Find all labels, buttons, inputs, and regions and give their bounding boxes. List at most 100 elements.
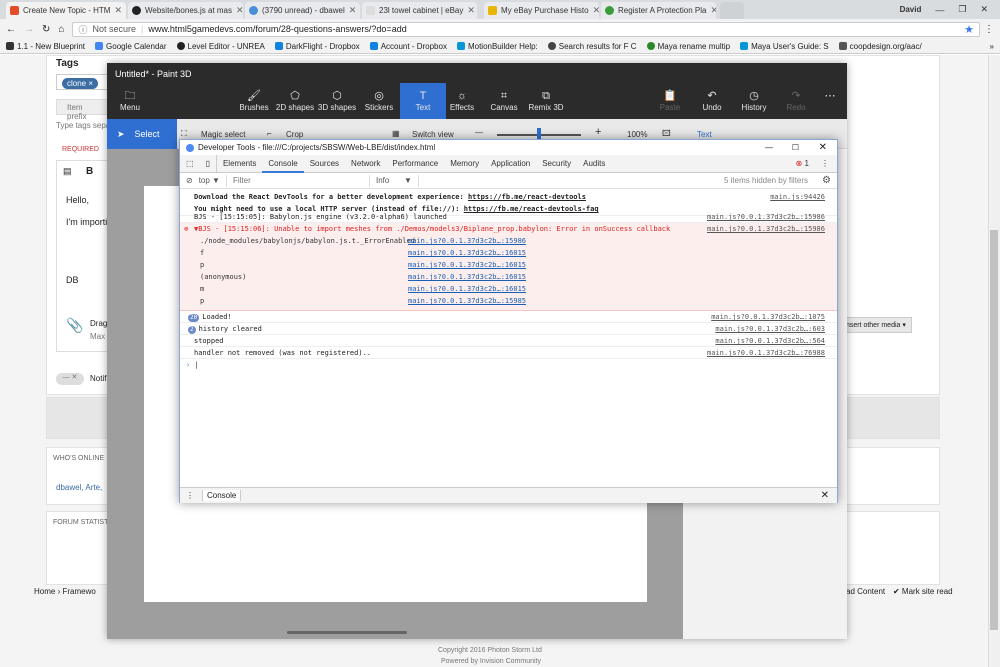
page-scrollbar-thumb[interactable] xyxy=(990,230,998,630)
item-prefix-select[interactable]: Item prefix xyxy=(56,99,108,121)
2d-shapes-button[interactable]: ⬠ 2D shapes xyxy=(272,89,318,112)
profile-name[interactable]: David xyxy=(900,5,922,14)
inspect-element-icon[interactable]: ⬚ xyxy=(180,155,200,173)
tab-register-protection[interactable]: Register A Protection Pla ✕ xyxy=(601,2,716,19)
bookmark-item[interactable]: Search results for F C xyxy=(547,42,637,51)
mark-site-read-link[interactable]: ✔ Mark site read xyxy=(893,587,953,596)
new-tab-button[interactable] xyxy=(720,2,744,19)
stack-source-link[interactable]: main.js?0.0.1.37d3c2b…:16015 xyxy=(408,271,526,283)
magic-select-button[interactable]: Magic select xyxy=(201,130,245,139)
drawer-menu-icon[interactable]: ⋮ xyxy=(186,491,194,500)
close-tab-icon[interactable]: ✕ xyxy=(349,5,357,16)
source-link[interactable]: main.js?0.0.1.37d3c2b…:564 xyxy=(715,335,825,347)
minimize-icon[interactable]: — xyxy=(935,5,944,15)
tab-audits[interactable]: Audits xyxy=(577,155,611,173)
paste-button[interactable]: 📋 Paste xyxy=(647,89,693,112)
select-button[interactable]: ➤ Select xyxy=(107,119,177,149)
devtools-maximize-icon[interactable]: ☐ xyxy=(792,143,799,152)
tab-ebay-purchase-history[interactable]: My eBay Purchase Histo ✕ xyxy=(484,2,599,19)
stack-source-link[interactable]: main.js?0.0.1.37d3c2b…:16015 xyxy=(408,283,526,295)
3d-shapes-button[interactable]: ⬡ 3D shapes xyxy=(314,89,360,112)
level-select[interactable]: Info ▼ xyxy=(368,174,419,187)
magic-select-icon[interactable]: ⛶ xyxy=(181,129,187,139)
info-icon[interactable]: ⓘ xyxy=(78,23,87,36)
source-link[interactable]: main.js?0.0.1.37d3c2b…:1075 xyxy=(711,311,825,323)
notify-toggle[interactable]: — ✕ xyxy=(56,373,84,385)
close-window-icon[interactable]: ✕ xyxy=(980,4,988,15)
effects-button[interactable]: ☼ Effects xyxy=(439,89,485,112)
breadcrumb[interactable]: Home › Framewo xyxy=(34,587,96,596)
tag-chip[interactable]: clone × xyxy=(62,78,99,89)
error-message[interactable]: ▼BJS - [15:15:06]: Unable to import mesh… xyxy=(194,225,670,233)
tab-create-new-topic[interactable]: Create New Topic - HTM ✕ xyxy=(6,2,126,19)
close-drawer-icon[interactable]: ✕ xyxy=(821,490,829,501)
restore-icon[interactable]: ❐ xyxy=(958,4,966,15)
tab-elements[interactable]: Elements xyxy=(217,155,262,173)
source-link[interactable]: main.js?0.0.1.37d3c2b…:15986 xyxy=(707,211,825,223)
drawer-tab-console[interactable]: Console xyxy=(202,490,242,501)
devtools-minimize-icon[interactable]: — xyxy=(765,143,773,152)
undo-button[interactable]: ↶ Undo xyxy=(689,89,735,112)
stack-source-link[interactable]: main.js?0.0.1.37d3c2b…:15985 xyxy=(408,295,526,307)
paint3d-scrollbar[interactable] xyxy=(287,631,407,634)
bookmark-item[interactable]: Maya rename multip xyxy=(646,42,730,51)
tab-memory[interactable]: Memory xyxy=(444,155,485,173)
tab-application[interactable]: Application xyxy=(485,155,536,173)
context-select[interactable]: top ▼ xyxy=(199,174,227,187)
stickers-button[interactable]: ◎ Stickers xyxy=(356,89,402,112)
brushes-button[interactable]: 🖌 Brushes xyxy=(231,89,277,112)
tab-console[interactable]: Console xyxy=(262,155,304,173)
forward-icon[interactable]: → xyxy=(24,24,34,35)
bookmark-item[interactable]: coopdesign.org/aac/ xyxy=(838,42,922,51)
editor-source-icon[interactable]: ▤ xyxy=(63,166,72,177)
close-tab-icon[interactable]: ✕ xyxy=(711,5,717,16)
filter-input[interactable] xyxy=(232,176,363,185)
clear-console-icon[interactable]: ⊘ xyxy=(186,176,193,185)
url-text[interactable]: www.html5gamedevs.com/forum/28-questions… xyxy=(148,24,406,34)
close-tab-icon[interactable]: ✕ xyxy=(593,5,599,16)
crop-button[interactable]: Crop xyxy=(286,130,303,139)
devtools-close-icon[interactable]: ✕ xyxy=(819,142,827,153)
bookmark-star-icon[interactable]: ★ xyxy=(964,23,974,36)
tab-sources[interactable]: Sources xyxy=(304,155,345,173)
source-link[interactable]: main.js?0.0.1.37d3c2b…:76988 xyxy=(707,347,825,359)
bookmark-item[interactable]: 1.1 - New Blueprint xyxy=(6,42,85,51)
home-icon[interactable]: ⌂ xyxy=(58,24,64,35)
react-devtools-link[interactable]: https://fb.me/react-devtools xyxy=(468,193,586,201)
text-tag-button[interactable]: Text xyxy=(697,130,712,139)
tab-website-bones[interactable]: Website/bones.js at mas ✕ xyxy=(128,2,243,19)
console-settings-icon[interactable]: ⚙ xyxy=(822,175,831,186)
editor-bold-button[interactable]: B xyxy=(86,166,93,177)
switch-view-icon[interactable]: ▦ xyxy=(392,129,400,138)
bookmark-item[interactable]: MotionBuilder Help: xyxy=(456,42,538,51)
bookmark-item[interactable]: DarkFlight - Dropbox xyxy=(274,42,360,51)
bookmark-item[interactable]: Maya User's Guide: S xyxy=(740,42,829,51)
console-prompt[interactable]: › | xyxy=(180,359,837,373)
close-tab-icon[interactable]: ✕ xyxy=(236,5,243,16)
tab-security[interactable]: Security xyxy=(536,155,577,173)
device-toggle-icon[interactable]: ▯ xyxy=(200,154,217,173)
close-tab-icon[interactable]: ✕ xyxy=(467,5,475,16)
insert-media-button[interactable]: Insert other media ▾ xyxy=(838,317,912,333)
stack-source-link[interactable]: main.js?0.0.1.37d3c2b…:16015 xyxy=(408,259,526,271)
tab-unread-mail[interactable]: (3790 unread) - dbawel ✕ xyxy=(245,2,360,19)
canvas-button[interactable]: ⌗ Canvas xyxy=(481,89,527,112)
address-bar[interactable]: ⓘ Not secure | www.html5gamedevs.com/for… xyxy=(72,21,980,37)
tab-performance[interactable]: Performance xyxy=(386,155,444,173)
error-count-badge[interactable]: ⊗ 1 xyxy=(796,159,809,168)
bookmark-item[interactable]: Google Calendar xyxy=(95,42,167,51)
chrome-menu-icon[interactable]: ⋮ xyxy=(984,24,994,35)
history-button[interactable]: ◷ History xyxy=(731,89,777,112)
tab-ebay-cabinet[interactable]: 23l towel cabinet | eBay ✕ xyxy=(362,2,477,19)
source-link[interactable]: main.js?0.0.1.37d3c2b…:603 xyxy=(715,323,825,335)
switch-view-button[interactable]: Switch view xyxy=(412,130,454,139)
reload-icon[interactable]: ↻ xyxy=(42,24,50,35)
tab-network[interactable]: Network xyxy=(345,155,386,173)
crop-icon[interactable]: ⌐ xyxy=(267,129,272,138)
close-tab-icon[interactable]: ✕ xyxy=(114,5,122,16)
online-users[interactable]: dbawel, Arte, xyxy=(56,483,102,492)
bookmark-item[interactable]: Account - Dropbox xyxy=(369,42,447,51)
remix-3d-button[interactable]: ⧉ Remix 3D xyxy=(523,89,569,112)
read-content-link[interactable]: ad Content xyxy=(846,587,885,596)
zoom-out-icon[interactable]: — xyxy=(475,128,483,137)
